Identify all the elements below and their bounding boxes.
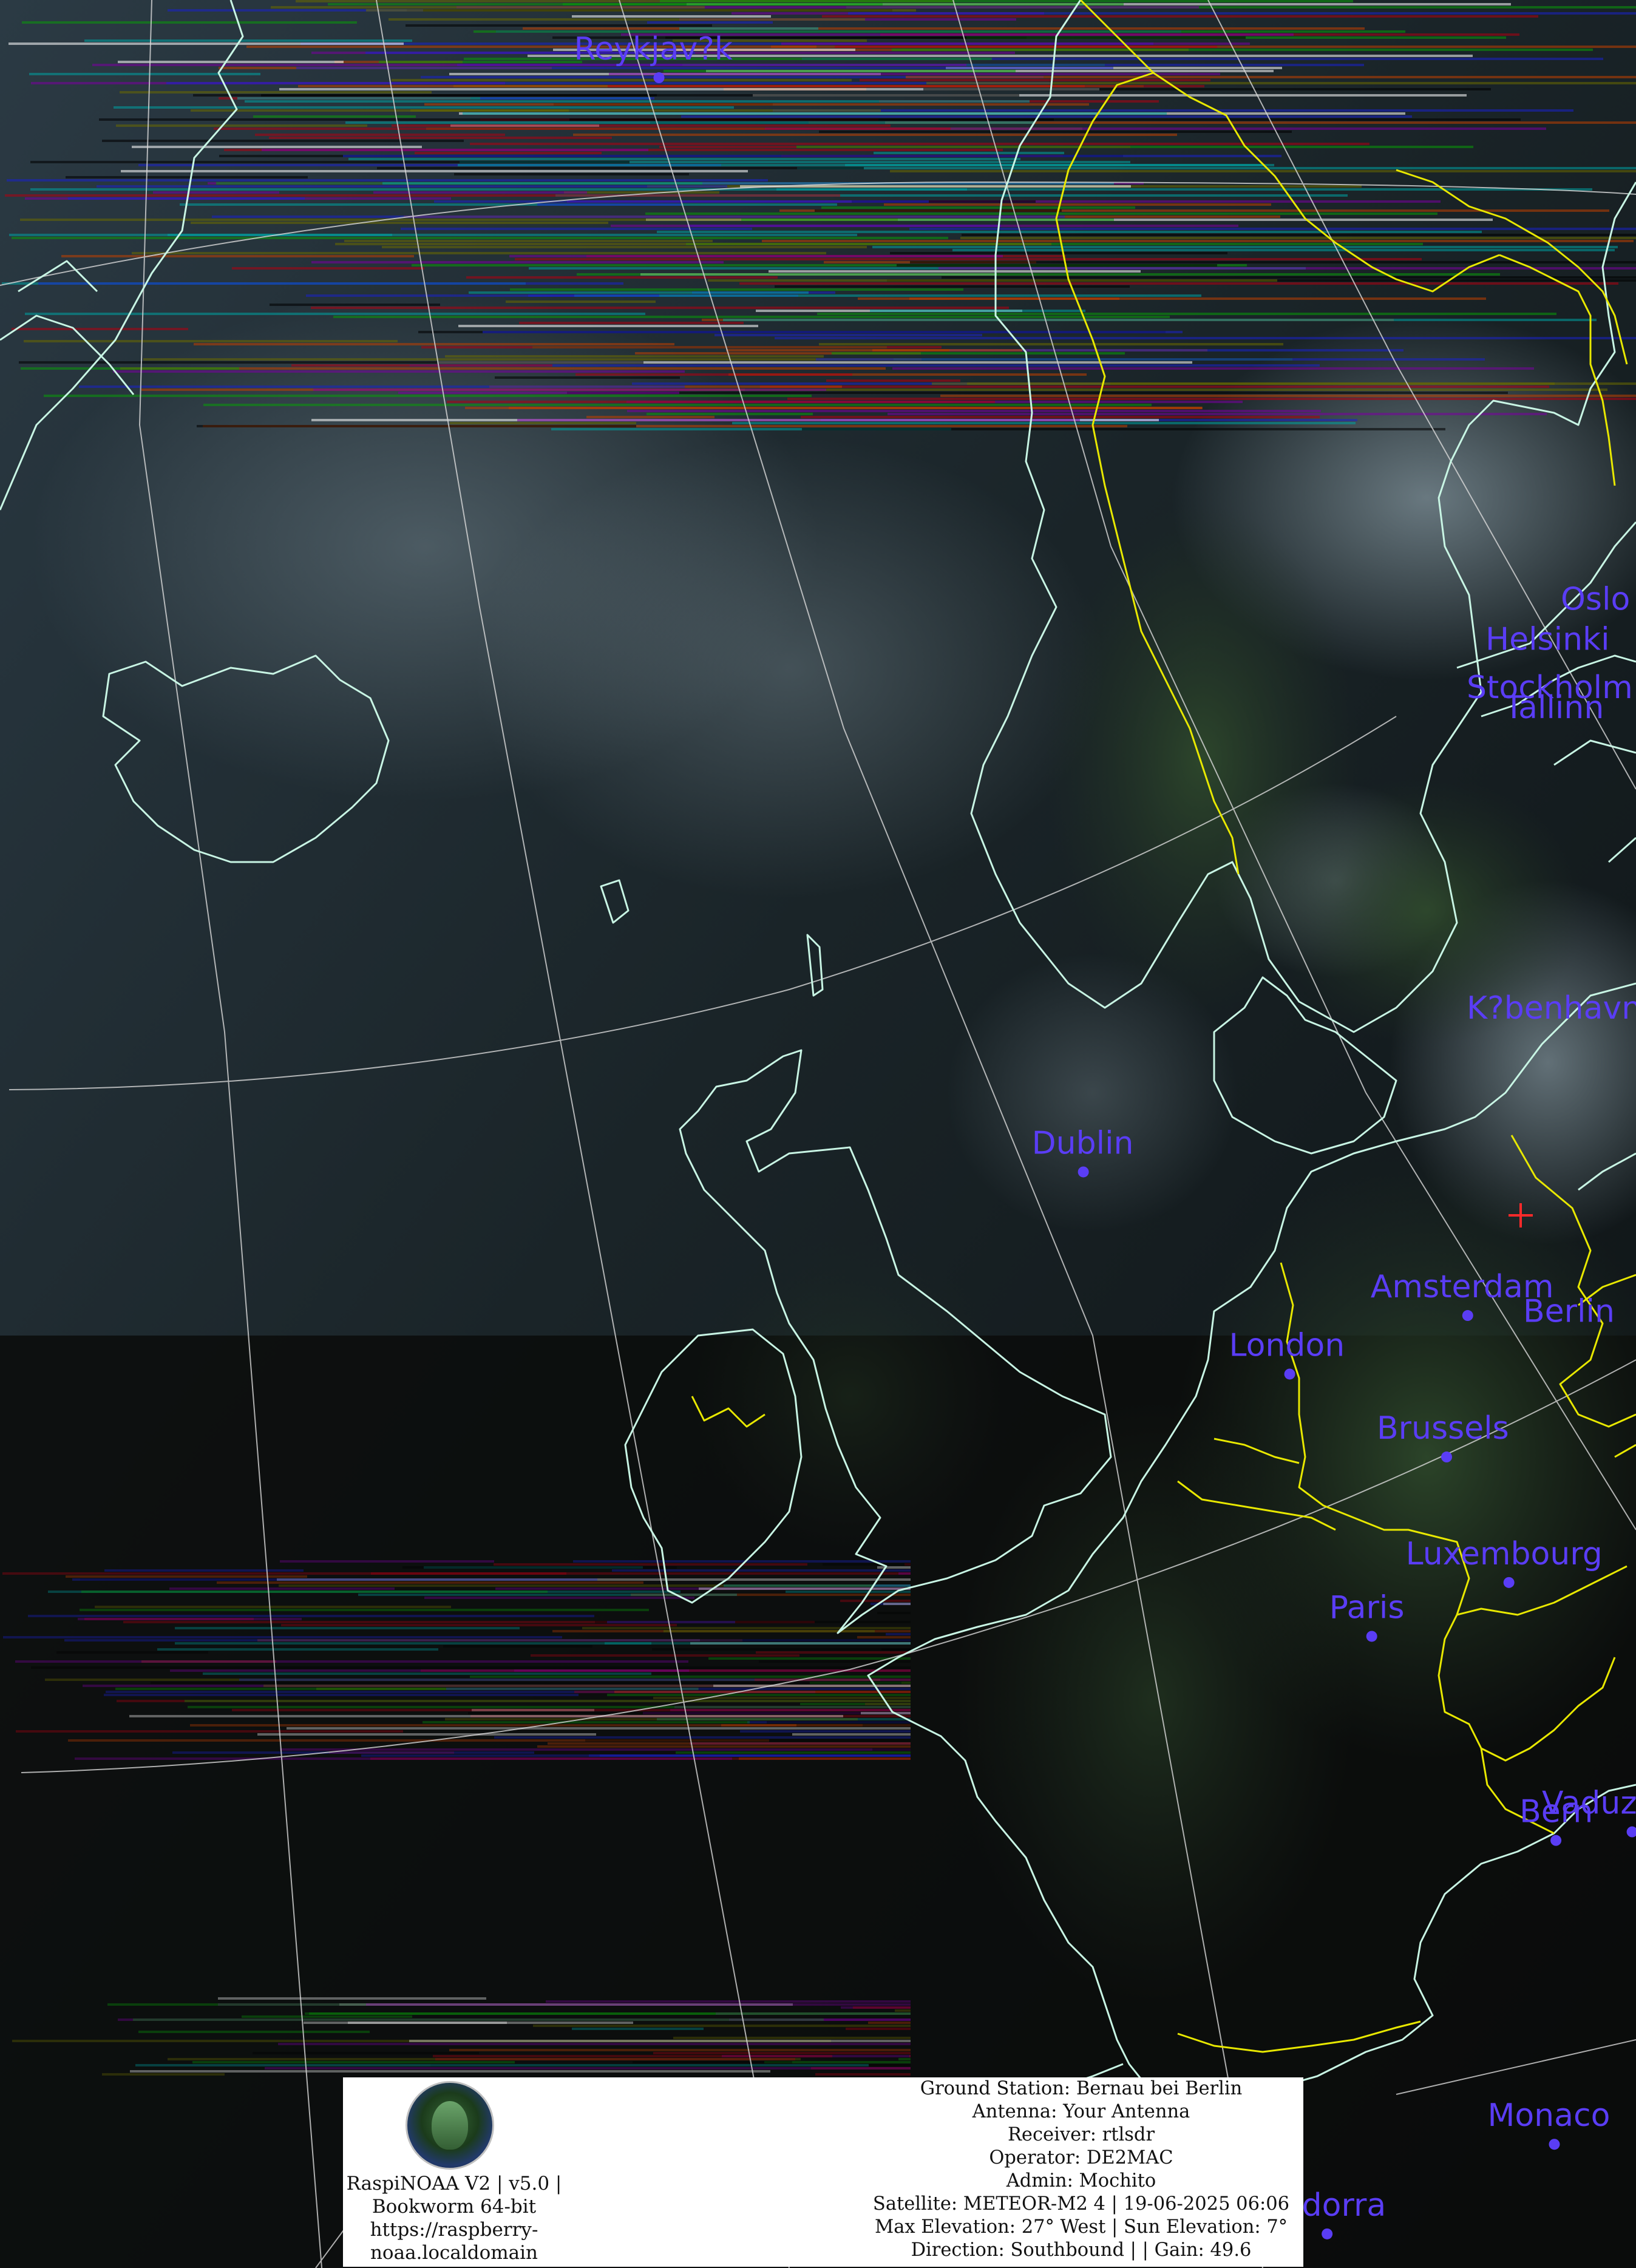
- city-dot-andorra: [1322, 2228, 1333, 2239]
- city-dot-dublin: [1078, 1166, 1089, 1178]
- logo-column: RaspiNOAA V2 | v5.0 | Bookworm 64-bit ht…: [343, 2077, 565, 2267]
- city-dot-brussels: [1441, 1451, 1452, 1463]
- receiver: Receiver: rtlsdr: [1007, 2124, 1155, 2145]
- city-label-stockholm: Stockholm: [1467, 670, 1633, 706]
- city-label-paris: Paris: [1329, 1589, 1405, 1626]
- host-url-line-2: noaa.localdomain: [370, 2242, 538, 2264]
- ground-station: Ground Station: Bernau bei Berlin: [920, 2078, 1243, 2099]
- city-dot-monaco: [1549, 2139, 1560, 2150]
- city-dot-luxembourg: [1503, 1577, 1515, 1588]
- elevation-info: Max Elevation: 27° West | Sun Elevation:…: [874, 2216, 1288, 2238]
- city-dot-london: [1284, 1368, 1295, 1380]
- city-label-luxembourg: Luxembourg: [1406, 1536, 1603, 1572]
- city-label-kbenhavn: K?benhavn: [1467, 990, 1636, 1027]
- raspinoaa-globe-logo-icon: [406, 2081, 494, 2170]
- city-label-reykjavk: Reykjav?k: [574, 31, 733, 67]
- os-version: Bookworm 64-bit: [372, 2196, 537, 2218]
- city-label-oslo: Oslo: [1561, 582, 1630, 618]
- satellite-map: HelsinkiTallinnStockholmReykjav?kOsloK?b…: [0, 0, 1636, 2268]
- direction-gain: Direction: Southbound | | Gain: 49.6: [911, 2239, 1252, 2261]
- antenna: Antenna: Your Antenna: [972, 2101, 1190, 2122]
- city-label-bern: Bern: [1519, 1794, 1593, 1830]
- city-dot-amsterdam: [1462, 1310, 1473, 1322]
- city-label-monaco: Monaco: [1487, 2097, 1610, 2134]
- city-dot-bern: [1550, 1835, 1562, 1846]
- city-dot-paris: [1366, 1631, 1377, 1642]
- operator: Operator: DE2MAC: [989, 2147, 1173, 2168]
- city-label-amsterdam: Amsterdam: [1371, 1269, 1554, 1305]
- admin: Admin: Mochito: [1006, 2170, 1156, 2192]
- software-version: RaspiNOAA V2 | v5.0 |: [346, 2173, 562, 2195]
- city-label-brussels: Brussels: [1377, 1410, 1509, 1447]
- city-dot-reykjavk: [653, 72, 665, 84]
- info-panel: RaspiNOAA V2 | v5.0 | Bookworm 64-bit ht…: [343, 2077, 1303, 2267]
- city-label-london: London: [1229, 1327, 1345, 1363]
- station-details: Ground Station: Bernau bei Berlin Antenn…: [859, 2077, 1303, 2267]
- city-label-dublin: Dublin: [1032, 1125, 1134, 1161]
- city-label-helsinki: Helsinki: [1485, 622, 1610, 658]
- satellite-pass: Satellite: METEOR-M2 4 | 19-06-2025 06:0…: [872, 2193, 1290, 2215]
- host-url-line-1: https://raspberry-: [370, 2219, 538, 2241]
